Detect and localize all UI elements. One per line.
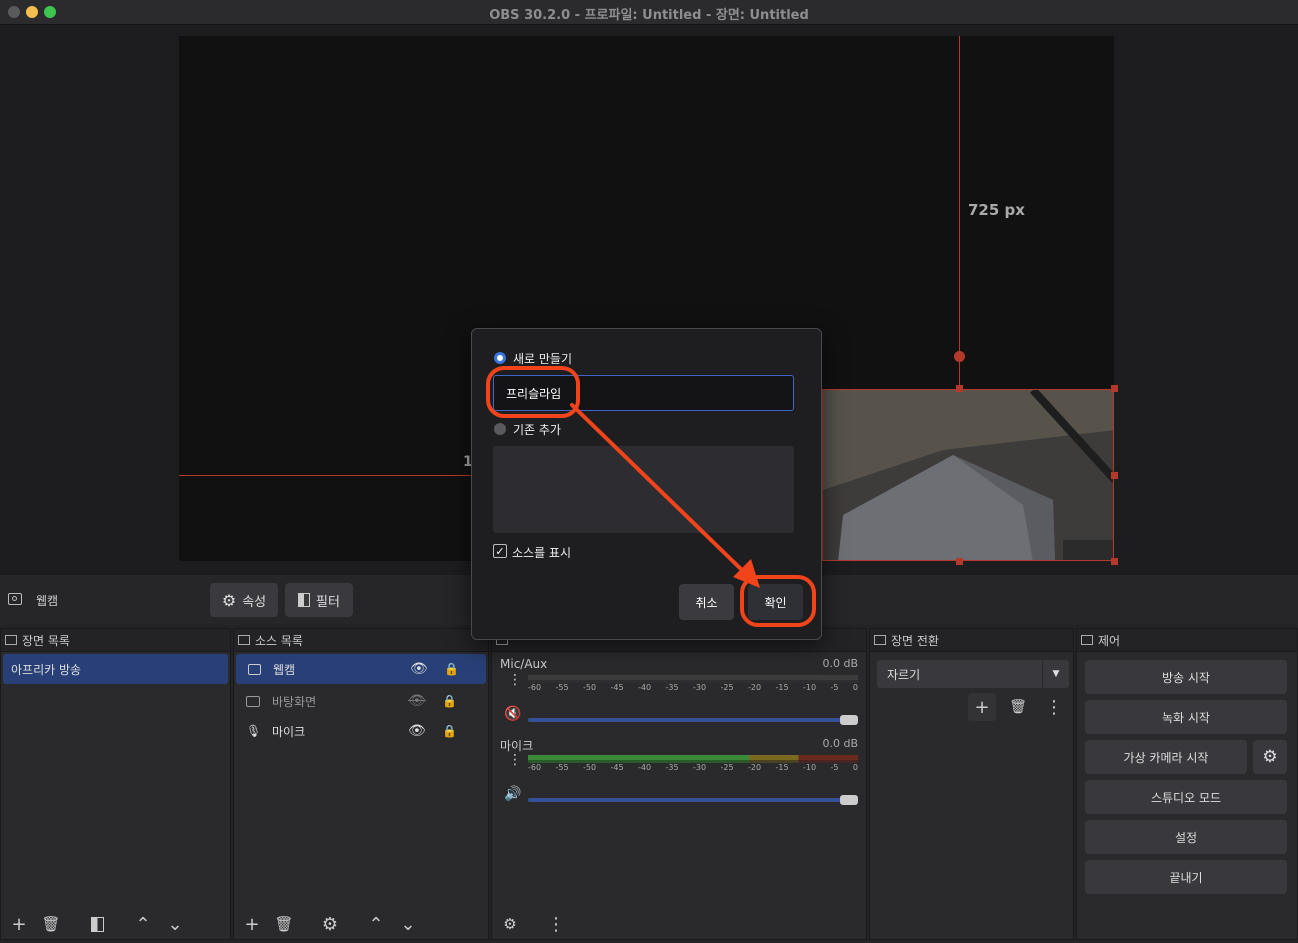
annotation-arrow	[570, 403, 760, 588]
